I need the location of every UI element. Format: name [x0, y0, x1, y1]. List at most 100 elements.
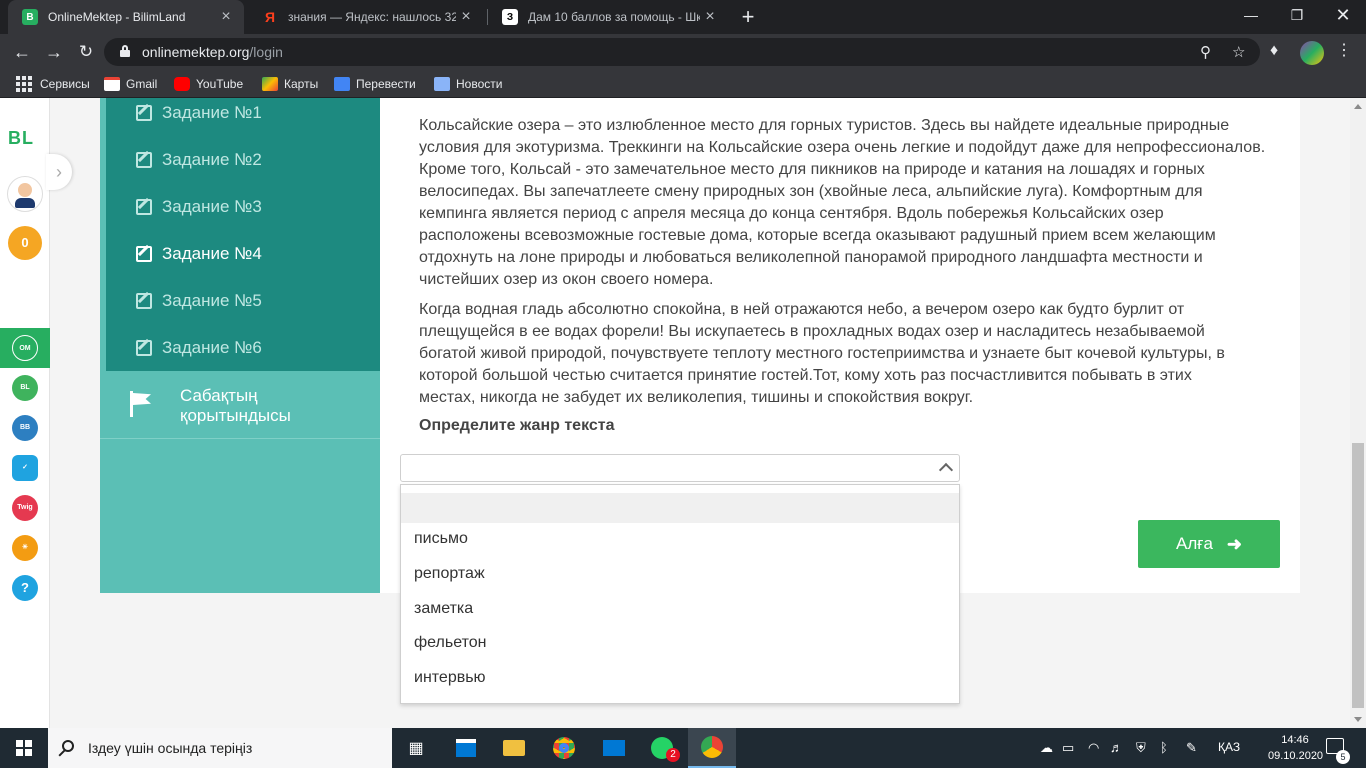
task-item-2[interactable]: Задание №2	[136, 148, 262, 172]
browser-toolbar: ← → ↻ onlinemektep.org/login ⚲ ☆ ♦	[0, 34, 1366, 70]
text-paragraph-1: Кольсайские озера – это излюбленное мест…	[419, 117, 1266, 288]
clock-date: 09.10.2020	[1268, 750, 1324, 762]
clock-time: 14:46	[1281, 734, 1309, 746]
option-report[interactable]: репортаж	[401, 559, 959, 589]
genre-select[interactable]	[400, 454, 960, 482]
bookmark-label: Сервисы	[40, 77, 90, 91]
extensions-icon[interactable]: ♦	[1270, 42, 1278, 60]
help-icon[interactable]: ?	[12, 575, 38, 601]
apps-grid-icon	[16, 76, 32, 92]
defender-icon[interactable]: ⛨	[1136, 740, 1146, 756]
lesson-summary-label: Сабақтың қорытындысы	[180, 386, 291, 425]
battery-icon[interactable]: ▭	[1062, 740, 1074, 756]
menu-kebab-icon[interactable]: ⋮	[1336, 40, 1352, 60]
scroll-thumb[interactable]	[1352, 443, 1364, 708]
page-viewport: BL 0 OM BL BB ✓ Twig ☀ ? › Задание №1 За…	[0, 98, 1350, 728]
forward-icon[interactable]: →	[42, 40, 66, 64]
close-window-icon[interactable]: ✕	[1320, 0, 1366, 30]
bookmark-gmail[interactable]: Gmail	[104, 76, 157, 92]
chevron-up-icon	[938, 462, 954, 478]
option-feuilleton[interactable]: фельетон	[401, 628, 959, 658]
bilimland-app-icon[interactable]: BL	[12, 375, 38, 401]
chrome-active-icon[interactable]	[688, 728, 736, 768]
restore-icon[interactable]: ❐	[1274, 0, 1320, 30]
bookmark-label: Новости	[456, 77, 503, 91]
tab-close-icon[interactable]: ×	[700, 8, 720, 26]
bookmark-label: YouTube	[196, 77, 244, 91]
text-paragraph-2: Когда водная гладь абсолютно спокойна, в…	[419, 301, 1225, 406]
translate-icon	[334, 77, 350, 91]
expand-rail-chevron-icon[interactable]: ›	[46, 154, 72, 190]
pen-icon[interactable]: ✎	[1186, 740, 1197, 756]
url-text[interactable]: onlinemektep.org/login	[142, 44, 283, 60]
bookmark-translate[interactable]: Перевести	[334, 76, 416, 92]
task-item-4[interactable]: Задание №4	[136, 242, 262, 266]
edit-icon	[136, 199, 152, 215]
question-label: Определите жанр текста	[419, 417, 615, 434]
file-explorer-icon[interactable]	[490, 728, 538, 768]
sun-app-icon[interactable]: ☀	[12, 535, 38, 561]
minimize-icon[interactable]: —	[1228, 0, 1274, 30]
option-letter[interactable]: письмо	[401, 524, 959, 554]
bookmark-youtube[interactable]: YouTube	[174, 76, 243, 92]
task-item-6[interactable]: Задание №6	[136, 336, 262, 360]
windows-logo-icon	[16, 740, 32, 756]
lesson-summary-item[interactable]: Сабақтың қорытындысы	[100, 371, 380, 439]
store-icon[interactable]	[442, 728, 490, 768]
back-icon[interactable]: ←	[10, 40, 34, 64]
option-interview[interactable]: интервью	[401, 663, 959, 693]
twig-app-icon[interactable]: Twig	[12, 495, 38, 521]
edit-icon	[136, 152, 152, 168]
option-note[interactable]: заметка	[401, 594, 959, 624]
taskbar-search[interactable]: Іздеу үшін осында теріңіз	[48, 728, 392, 768]
task-view-icon[interactable]: ▦	[392, 728, 440, 768]
new-tab-icon[interactable]: +	[736, 6, 760, 28]
genre-dropdown-list: письмо репортаж заметка фельетон интервь…	[400, 484, 960, 704]
language-indicator[interactable]: ҚАЗ	[1218, 740, 1240, 754]
flag-icon	[128, 391, 152, 417]
whatsapp-icon[interactable]: 2	[638, 728, 686, 768]
volume-icon[interactable]: ♬	[1110, 740, 1123, 755]
tab-yandex[interactable]: Я знания — Яндекс: нашлось 32 м ×	[248, 0, 484, 34]
option-empty[interactable]	[401, 493, 959, 523]
clock[interactable]: 14:46 09.10.2020	[1268, 732, 1324, 764]
onedrive-icon[interactable]: ☁	[1040, 740, 1053, 756]
task-item-5[interactable]: Задание №5	[136, 289, 262, 313]
start-button[interactable]	[0, 728, 48, 768]
profile-avatar[interactable]	[1300, 41, 1324, 65]
bilimland-logo[interactable]: BL	[8, 128, 34, 149]
gmail-icon	[104, 77, 120, 91]
search-icon	[62, 740, 74, 752]
notifications-count: 5	[1336, 750, 1350, 764]
mail-icon[interactable]	[590, 728, 638, 768]
test-app-icon[interactable]: ✓	[12, 455, 38, 481]
scroll-down-icon[interactable]	[1354, 717, 1362, 722]
tab-close-icon[interactable]: ×	[216, 8, 236, 26]
bilimbook-app-icon[interactable]: BB	[12, 415, 38, 441]
onlinemektep-app-icon[interactable]: OM	[12, 335, 38, 361]
task-item-3[interactable]: Задание №3	[136, 195, 262, 219]
edit-icon	[136, 293, 152, 309]
tab-znanija[interactable]: З Дам 10 баллов за помощь - Шк ×	[488, 0, 728, 34]
scroll-up-icon[interactable]	[1354, 104, 1362, 109]
bluetooth-icon[interactable]: ᛒ	[1160, 740, 1168, 755]
tab-close-icon[interactable]: ×	[456, 8, 476, 26]
lock-icon	[120, 45, 130, 57]
user-avatar[interactable]	[7, 176, 43, 212]
reload-icon[interactable]: ↻	[74, 40, 98, 64]
bookmark-maps[interactable]: Карты	[262, 76, 318, 92]
key-icon[interactable]: ⚲	[1200, 43, 1211, 61]
coins-badge[interactable]: 0	[8, 226, 42, 260]
star-icon[interactable]: ☆	[1232, 43, 1245, 61]
bookmark-news[interactable]: Новости	[434, 76, 502, 92]
page-scrollbar[interactable]	[1350, 98, 1366, 728]
bookmark-services[interactable]: Сервисы	[16, 76, 90, 92]
next-button[interactable]: Алға ➜	[1138, 520, 1280, 568]
task-item-1[interactable]: Задание №1	[136, 101, 262, 125]
edit-icon	[136, 246, 152, 262]
wifi-icon[interactable]: ◠	[1088, 740, 1099, 756]
tab-onlinemektep[interactable]: B OnlineMektep - BilimLand ×	[8, 0, 244, 34]
znanija-favicon-icon: З	[502, 9, 518, 25]
address-bar[interactable]: onlinemektep.org/login ⚲ ☆	[104, 38, 1260, 66]
chrome-icon[interactable]	[540, 728, 588, 768]
